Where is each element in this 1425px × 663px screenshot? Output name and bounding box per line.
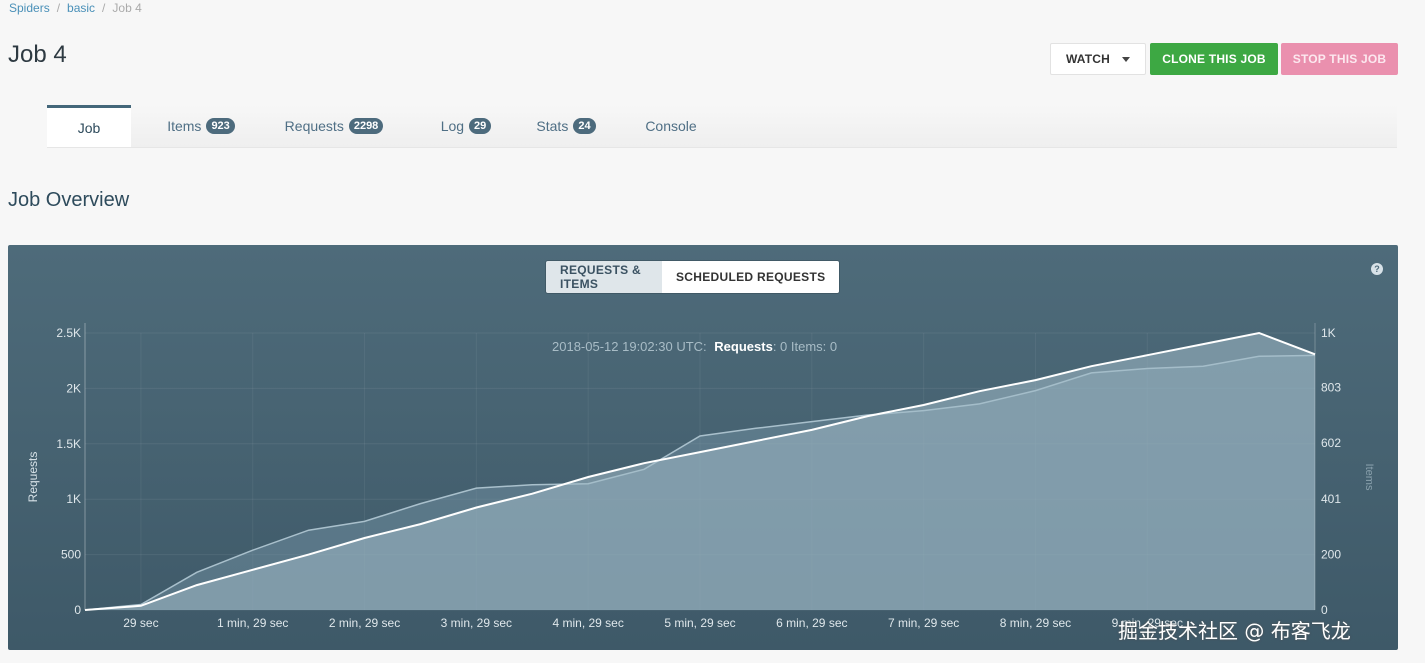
page-title: Job 4 <box>8 41 67 68</box>
tooltip-requests-label: Requests <box>714 339 773 354</box>
watermark-text: 掘金技术社区 @ 布客飞龙 <box>1118 619 1351 643</box>
tooltip-items: Items: 0 <box>787 339 837 354</box>
x-axis: 29 sec 1 min, 29 sec 2 min, 29 sec 3 min, 2… <box>123 616 1183 630</box>
tab-requests[interactable]: Requests 2298 <box>269 105 399 147</box>
y-tick-label: 1K <box>66 492 81 506</box>
count-badge: 2298 <box>348 118 384 134</box>
job-tabs: Job Items 923 Requests 2298 Log 29 Stats… <box>47 105 1397 148</box>
stop-label: STOP THIS JOB <box>1292 52 1387 66</box>
job-overview-chart-panel: REQUESTS & ITEMS SCHEDULED REQUESTS ? 05… <box>8 245 1398 650</box>
y2-tick-label: 803 <box>1321 381 1341 395</box>
x-tick-label: 6 min, 29 sec <box>776 616 847 630</box>
y2-tick-label: 1K <box>1321 326 1336 340</box>
section-title: Job Overview <box>8 189 130 211</box>
clone-label: CLONE THIS JOB <box>1162 52 1266 66</box>
chart-tooltip: 2018-05-12 19:02:30 UTC: Requests: 0 Ite… <box>552 339 837 354</box>
x-tick-label: 3 min, 29 sec <box>441 616 512 630</box>
y2-tick-label: 200 <box>1321 548 1341 562</box>
x-tick-label: 29 sec <box>123 616 158 630</box>
count-badge: 24 <box>573 118 596 134</box>
y-tick-label: 500 <box>61 548 81 562</box>
tooltip-timestamp: 2018-05-12 19:02:30 UTC: <box>552 339 707 354</box>
stop-job-button[interactable]: STOP THIS JOB <box>1281 43 1398 75</box>
tab-label: Stats <box>536 118 569 134</box>
y-tick-label: 0 <box>74 603 81 617</box>
breadcrumb-link-spiders[interactable]: Spiders <box>9 1 50 15</box>
tooltip-requests-value: : 0 <box>773 339 787 354</box>
breadcrumb-current: Job 4 <box>112 1 142 15</box>
chevron-down-icon <box>1122 56 1131 62</box>
y-tick-label: 2.5K <box>56 326 81 340</box>
tab-log[interactable]: Log 29 <box>421 105 511 147</box>
tab-label: Requests <box>284 118 344 134</box>
watch-button[interactable]: WATCH <box>1050 43 1146 75</box>
x-tick-label: 4 min, 29 sec <box>552 616 623 630</box>
tab-label: Items <box>167 118 202 134</box>
tab-stats[interactable]: Stats 24 <box>521 105 611 147</box>
x-tick-label: 5 min, 29 sec <box>664 616 735 630</box>
tab-console[interactable]: Console <box>631 105 711 147</box>
breadcrumb-separator: / <box>56 1 61 15</box>
x-tick-label: 2 min, 29 sec <box>329 616 400 630</box>
breadcrumb: Spiders / basic / Job 4 <box>9 1 142 15</box>
x-tick-label: 8 min, 29 sec <box>1000 616 1071 630</box>
y-tick-label: 2K <box>66 381 81 395</box>
y-axis-left: 0 500 1K 1.5K 2K 2.5K <box>56 323 86 617</box>
requests-items-chart[interactable]: 0 500 1K 1.5K 2K 2.5K 0 200 401 602 803 1K 29 sec 1… <box>8 245 1398 650</box>
y-axis-title: Requests <box>26 452 40 503</box>
tab-job[interactable]: Job <box>47 105 131 147</box>
y2-axis-title: Items <box>1363 464 1375 491</box>
y-tick-label: 1.5K <box>56 437 81 451</box>
y-axis-right: 02004016028031K <box>1314 323 1341 617</box>
count-badge: 923 <box>206 118 235 134</box>
tab-label: Console <box>645 118 697 134</box>
clone-job-button[interactable]: CLONE THIS JOB <box>1150 43 1278 75</box>
tab-label: Log <box>440 118 465 134</box>
x-tick-label: 7 min, 29 sec <box>888 616 959 630</box>
breadcrumb-link-basic[interactable]: basic <box>67 1 95 15</box>
tab-label: Job <box>77 119 101 136</box>
watch-label: WATCH <box>1065 52 1111 66</box>
x-tick-label: 1 min, 29 sec <box>217 616 288 630</box>
y2-tick-label: 602 <box>1321 436 1341 450</box>
tab-items[interactable]: Items 923 <box>145 105 257 147</box>
count-badge: 29 <box>469 118 492 134</box>
breadcrumb-separator: / <box>102 1 106 15</box>
y2-tick-label: 401 <box>1321 492 1341 506</box>
